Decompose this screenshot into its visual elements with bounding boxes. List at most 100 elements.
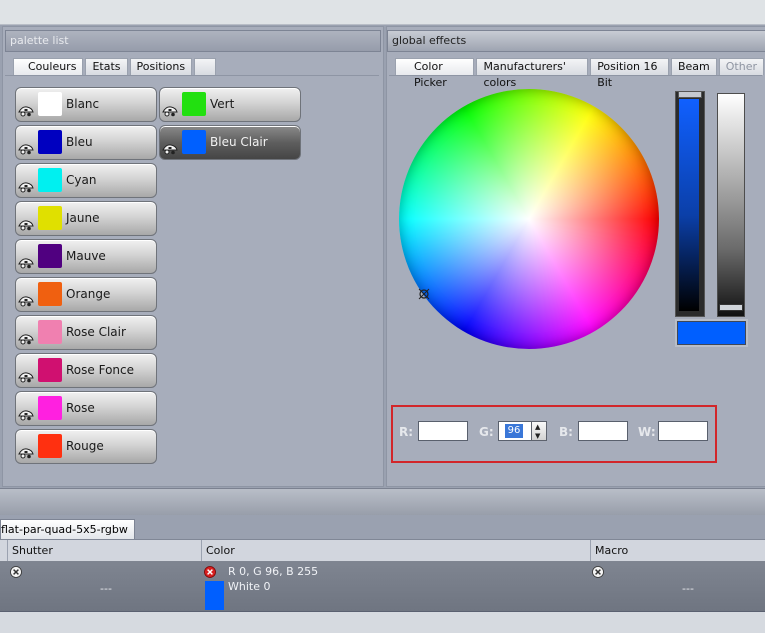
color-button-jaune[interactable]: Jaune: [15, 201, 157, 236]
shutter-clear-icon[interactable]: [10, 566, 22, 578]
table-row[interactable]: --- R 0, G 96, B 255 White 0 ---: [0, 561, 765, 612]
w-label: W:: [638, 425, 656, 439]
color-button-label: Jaune: [66, 211, 100, 225]
fixture-tab[interactable]: flat-par-quad-5x5-rgbw: [0, 519, 135, 540]
macro-clear-icon[interactable]: [592, 566, 604, 578]
spinner-up-icon[interactable]: ▲: [535, 423, 540, 431]
color-button-blanc[interactable]: Blanc: [15, 87, 157, 122]
color-swatch: [38, 244, 62, 268]
fixture-icon: [18, 295, 34, 308]
color-value-swatch: [205, 581, 224, 610]
fixture-icon: [18, 371, 34, 384]
color-preview-swatch: [677, 321, 746, 345]
fixture-icon: [162, 143, 178, 156]
color-swatch: [38, 168, 62, 192]
palette-list-title: palette list: [5, 30, 381, 52]
color-swatch: [38, 320, 62, 344]
tab-color-picker[interactable]: Color Picker: [395, 58, 475, 89]
fixture-icon: [18, 257, 34, 270]
panel-separator[interactable]: [0, 488, 765, 515]
top-strip: [0, 0, 765, 25]
color-swatch: [38, 206, 62, 230]
g-label: G:: [479, 425, 494, 439]
color-button-vert[interactable]: Vert: [159, 87, 301, 122]
blue-slider-handle[interactable]: [678, 91, 702, 98]
color-button-bleu-clair[interactable]: Bleu Clair: [159, 125, 301, 160]
global-effects-title: global effects: [387, 30, 765, 52]
tab-positions[interactable]: Positions: [129, 58, 193, 75]
tab-divider: [5, 75, 379, 76]
macro-value: ---: [682, 582, 694, 595]
r-input[interactable]: [418, 421, 468, 441]
fixture-icon: [18, 105, 34, 118]
tab-divider: [389, 75, 762, 76]
color-swatch: [38, 130, 62, 154]
color-button-label: Rouge: [66, 439, 104, 453]
palette-tabs: Couleurs Etats Positions: [13, 58, 218, 76]
color-swatch: [38, 434, 62, 458]
color-swatch: [38, 282, 62, 306]
effects-panel: global effects Color Picker Manufacturer…: [386, 26, 765, 487]
color-button-rose-clair[interactable]: Rose Clair: [15, 315, 157, 350]
color-button-bleu[interactable]: Bleu: [15, 125, 157, 160]
color-button-label: Bleu: [66, 135, 93, 149]
column-color: Color: [201, 540, 235, 561]
color-wheel[interactable]: [399, 89, 659, 349]
bottom-strip: [0, 612, 765, 633]
table-header: Shutter Color Macro: [0, 539, 765, 562]
g-input-value[interactable]: 96: [505, 424, 523, 438]
color-button-rose-fonce[interactable]: Rose Fonce: [15, 353, 157, 388]
column-macro: Macro: [590, 540, 628, 561]
fixture-icon: [18, 447, 34, 460]
color-button-label: Vert: [210, 97, 235, 111]
color-button-label: Rose Fonce: [66, 363, 134, 377]
color-wheel-cursor-icon[interactable]: [418, 288, 430, 300]
fixture-icon: [18, 181, 34, 194]
tab-manufacturers-colors[interactable]: Manufacturers' colors: [476, 58, 589, 89]
fixture-icon: [18, 143, 34, 156]
color-button-label: Rose: [66, 401, 95, 415]
r-label: R:: [399, 425, 414, 439]
tab-couleurs[interactable]: Couleurs: [13, 58, 84, 76]
white-slider-handle[interactable]: [719, 304, 743, 311]
g-spinner[interactable]: ▲ ▼: [531, 421, 547, 441]
palette-panel: palette list Couleurs Etats Positions Bl…: [2, 26, 384, 487]
color-button-label: Rose Clair: [66, 325, 126, 339]
b-input[interactable]: [578, 421, 628, 441]
fixture-icon: [18, 333, 34, 346]
color-swatch: [38, 358, 62, 382]
blue-level-fill: [679, 99, 699, 311]
b-label: B:: [559, 425, 573, 439]
color-swatch: [182, 92, 206, 116]
white-level-slider[interactable]: [717, 93, 745, 317]
color-button-mauve[interactable]: Mauve: [15, 239, 157, 274]
color-swatch: [38, 92, 62, 116]
color-button-label: Bleu Clair: [210, 135, 268, 149]
tab-beam[interactable]: Beam: [670, 58, 717, 75]
color-button-rouge[interactable]: Rouge: [15, 429, 157, 464]
tab-position-16-bit[interactable]: Position 16 Bit: [590, 58, 669, 89]
color-clear-icon[interactable]: [204, 566, 216, 578]
color-button-orange[interactable]: Orange: [15, 277, 157, 312]
shutter-value: ---: [100, 582, 112, 595]
color-button-label: Orange: [66, 287, 111, 301]
color-value-rgb: R 0, G 96, B 255: [228, 565, 319, 578]
effects-tabs: Color Picker Manufacturers' colors Posit…: [395, 58, 765, 89]
fixture-icon: [18, 409, 34, 422]
fixture-icon: [162, 105, 178, 118]
spinner-down-icon[interactable]: ▼: [535, 432, 540, 440]
fixture-icon: [18, 219, 34, 232]
color-button-cyan[interactable]: Cyan: [15, 163, 157, 198]
color-button-label: Mauve: [66, 249, 106, 263]
tab-other[interactable]: Other: [718, 58, 764, 75]
color-swatch: [38, 396, 62, 420]
color-button-label: Blanc: [66, 97, 100, 111]
color-value-white: White 0: [228, 580, 271, 593]
color-swatch: [182, 130, 206, 154]
color-button-label: Cyan: [66, 173, 97, 187]
w-input[interactable]: [658, 421, 708, 441]
column-shutter: Shutter: [7, 540, 53, 561]
tab-etats[interactable]: Etats: [85, 58, 128, 75]
tab-empty[interactable]: [194, 58, 217, 75]
color-button-rose[interactable]: Rose: [15, 391, 157, 426]
